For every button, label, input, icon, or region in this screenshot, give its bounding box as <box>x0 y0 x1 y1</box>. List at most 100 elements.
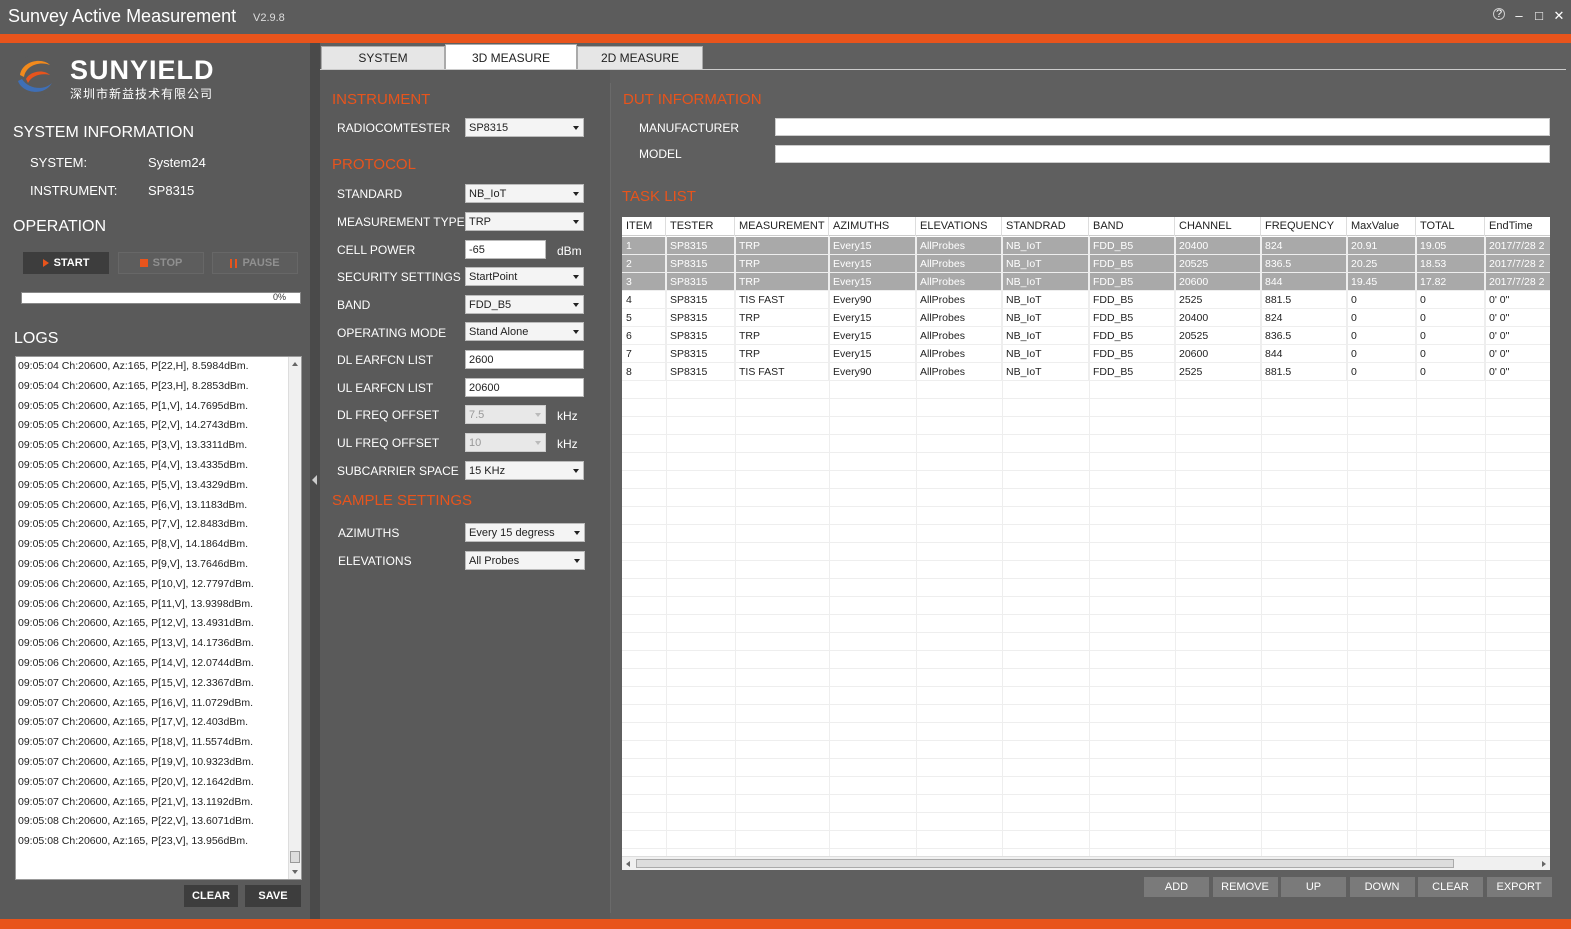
column-header[interactable]: AZIMUTHS <box>829 217 916 236</box>
left-panel: SUNYIELD 深圳市新益技术有限公司 SYSTEM INFORMATION … <box>0 43 310 919</box>
subcarrier-select[interactable]: 15 KHz <box>465 461 584 480</box>
logs-scrollbar[interactable] <box>288 357 301 879</box>
ul-earfcn-input[interactable]: 20600 <box>465 378 584 397</box>
table-cell: 0' 0" <box>1485 309 1550 327</box>
measurement-type-label: MEASUREMENT TYPE <box>337 215 465 229</box>
table-cell: TIS FAST <box>735 291 829 309</box>
table-row[interactable]: 8 SP8315 TIS FAST Every90 AllProbes NB_IoT FDD… <box>622 363 1550 381</box>
measurement-type-select[interactable]: TRP <box>465 212 584 231</box>
table-row[interactable]: 3 SP8315 TRP Every15 AllProbes NB_IoT FDD_B5 20… <box>622 273 1550 291</box>
down-button[interactable]: DOWN <box>1349 877 1415 897</box>
help-icon[interactable]: ? <box>1493 8 1505 20</box>
settings-panel: INSTRUMENT RADIOCOMTESTER SP8315 PROTOCO… <box>320 70 610 919</box>
table-row[interactable]: 1 SP8315 TRP Every15 AllProbes NB_IoT FDD_B5 20… <box>622 237 1550 255</box>
logs-clear-button[interactable]: CLEAR <box>184 885 238 907</box>
table-cell: TRP <box>735 309 829 327</box>
manufacturer-input[interactable] <box>775 118 1550 136</box>
log-line: 09:05:04 Ch:20600, Az:165, P[23,H], 8.28… <box>18 379 249 392</box>
scroll-down-icon[interactable] <box>292 870 298 874</box>
table-row[interactable]: 2 SP8315 TRP Every15 AllProbes NB_IoT FDD_B5 20… <box>622 255 1550 273</box>
table-cell: FDD_B5 <box>1089 273 1175 291</box>
logs-list[interactable]: 09:05:04 Ch:20600, Az:165, P[22,H], 8.59… <box>15 356 302 880</box>
dl-freq-offset-label: DL FREQ OFFSET <box>337 408 440 422</box>
scroll-up-icon[interactable] <box>292 362 298 366</box>
empty-table-row <box>622 723 1550 741</box>
column-header[interactable]: TESTER <box>666 217 735 236</box>
table-cell: SP8315 <box>666 273 735 291</box>
clear-button[interactable]: CLEAR <box>1418 877 1483 897</box>
column-header[interactable]: MEASUREMENT <box>735 217 829 236</box>
panel-splitter[interactable] <box>310 43 320 919</box>
table-cell: 0 <box>1347 291 1416 309</box>
radiocomtester-select[interactable]: SP8315 <box>465 118 584 137</box>
hscroll-thumb[interactable] <box>636 859 1454 868</box>
model-input[interactable] <box>775 145 1550 163</box>
table-cell: FDD_B5 <box>1089 291 1175 309</box>
column-header[interactable]: STANDRAD <box>1002 217 1089 236</box>
add-button[interactable]: ADD <box>1144 877 1209 897</box>
remove-button[interactable]: REMOVE <box>1212 877 1278 897</box>
table-horizontal-scrollbar[interactable] <box>622 856 1550 870</box>
standard-select[interactable]: NB_IoT <box>465 184 584 203</box>
log-line: 09:05:07 Ch:20600, Az:165, P[21,V], 13.1… <box>18 795 254 808</box>
maximize-icon[interactable]: □ <box>1533 8 1545 24</box>
elevations-select[interactable]: All Probes <box>465 551 585 570</box>
table-cell: AllProbes <box>916 345 1002 363</box>
table-row[interactable]: 4 SP8315 TIS FAST Every90 AllProbes NB_IoT FDD… <box>622 291 1550 309</box>
scroll-thumb[interactable] <box>290 851 300 863</box>
column-header[interactable]: ITEM <box>622 217 666 236</box>
column-header[interactable]: MaxValue <box>1347 217 1416 236</box>
empty-table-row <box>622 633 1550 651</box>
column-header[interactable]: ELEVATIONS <box>916 217 1002 236</box>
cell-power-input[interactable]: -65 <box>465 240 546 259</box>
log-line: 09:05:05 Ch:20600, Az:165, P[1,V], 14.76… <box>18 399 249 412</box>
cell-power-unit: dBm <box>557 244 582 258</box>
play-icon <box>42 259 49 267</box>
close-icon[interactable]: ✕ <box>1553 8 1565 24</box>
table-cell: AllProbes <box>916 309 1002 327</box>
top-accent-bar <box>0 34 1571 43</box>
pause-button[interactable]: PAUSE <box>212 252 298 274</box>
up-button[interactable]: UP <box>1281 877 1346 897</box>
collapse-arrow-icon[interactable] <box>312 475 317 485</box>
ul-freq-offset-unit: kHz <box>557 437 578 451</box>
system-value: System24 <box>148 155 206 170</box>
tab-system[interactable]: SYSTEM <box>321 46 445 70</box>
bottom-accent-bar <box>0 919 1571 929</box>
table-row[interactable]: 5 SP8315 TRP Every15 AllProbes NB_IoT FDD_B5 20… <box>622 309 1550 327</box>
log-line: 09:05:08 Ch:20600, Az:165, P[22,V], 13.6… <box>18 815 254 828</box>
column-grid-line <box>1416 236 1417 856</box>
tab-3d-measure[interactable]: 3D MEASURE <box>445 44 577 70</box>
table-cell: Every90 <box>829 363 916 381</box>
scroll-right-icon[interactable] <box>1542 861 1546 867</box>
column-header[interactable]: FREQUENCY <box>1261 217 1347 236</box>
azimuths-select[interactable]: Every 15 degress <box>465 523 585 542</box>
table-row[interactable]: 6 SP8315 TRP Every15 AllProbes NB_IoT FDD_B5 20… <box>622 327 1550 345</box>
table-row[interactable]: 7 SP8315 TRP Every15 AllProbes NB_IoT FDD_B5 20… <box>622 345 1550 363</box>
log-line: 09:05:06 Ch:20600, Az:165, P[14,V], 12.0… <box>18 656 254 669</box>
column-header[interactable]: BAND <box>1089 217 1175 236</box>
logs-save-button[interactable]: SAVE <box>245 885 301 907</box>
minimize-icon[interactable]: – <box>1513 8 1525 24</box>
table-cell: TRP <box>735 273 829 291</box>
table-cell: FDD_B5 <box>1089 327 1175 345</box>
scroll-left-icon[interactable] <box>626 861 630 867</box>
column-header[interactable]: CHANNEL <box>1175 217 1261 236</box>
start-button[interactable]: START <box>23 252 109 274</box>
log-line: 09:05:07 Ch:20600, Az:165, P[18,V], 11.5… <box>18 736 254 749</box>
tab-2d-measure[interactable]: 2D MEASURE <box>577 46 703 70</box>
table-cell: 0 <box>1347 363 1416 381</box>
band-select[interactable]: FDD_B5 <box>465 295 584 314</box>
export-button[interactable]: EXPORT <box>1486 877 1552 897</box>
table-cell: TRP <box>735 345 829 363</box>
column-header[interactable]: TOTAL <box>1416 217 1485 236</box>
column-header[interactable]: EndTime <box>1485 217 1550 236</box>
table-cell: AllProbes <box>916 255 1002 273</box>
dl-earfcn-input[interactable]: 2600 <box>465 350 584 369</box>
empty-table-row <box>622 651 1550 669</box>
security-select[interactable]: StartPoint <box>465 267 584 286</box>
operating-mode-select[interactable]: Stand Alone <box>465 322 584 341</box>
stop-button[interactable]: STOP <box>118 252 204 274</box>
task-table[interactable]: ITEM TESTER MEASUREMENT AZIMUTHS ELEVATIONS S… <box>622 217 1550 870</box>
table-cell: 0' 0" <box>1485 327 1550 345</box>
